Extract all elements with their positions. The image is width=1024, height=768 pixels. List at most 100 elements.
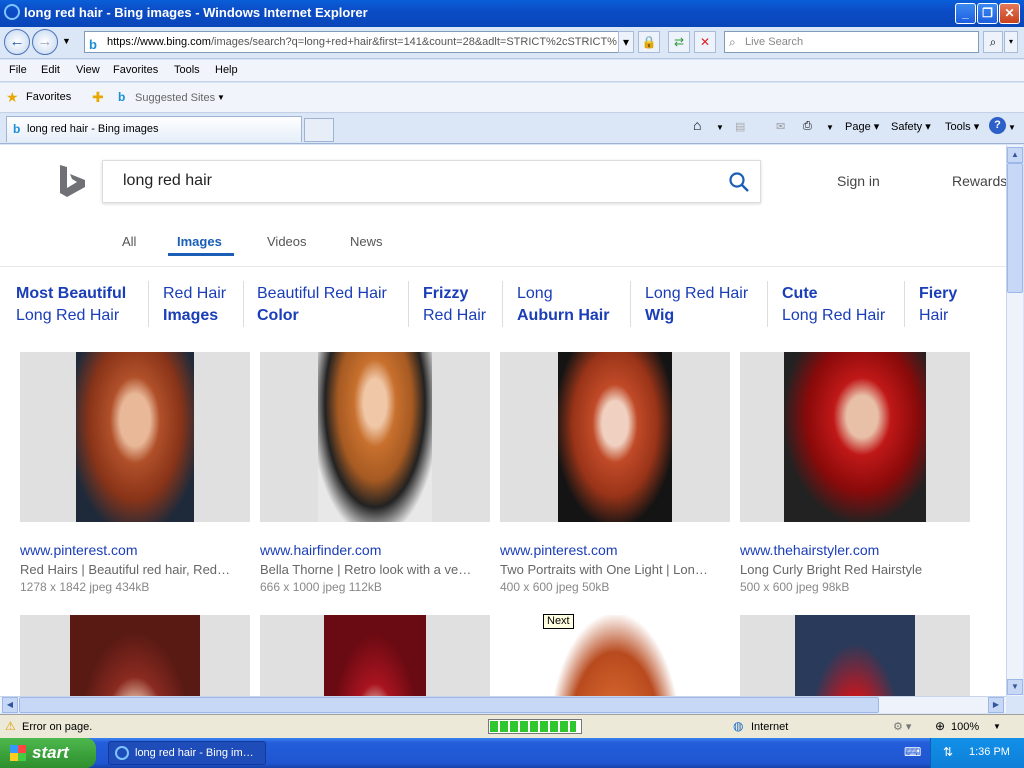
tab-bing-images[interactable]: b long red hair - Bing images [6, 116, 302, 142]
related-pill[interactable]: Long Red Hair Wig [645, 283, 748, 327]
horizontal-scrollbar[interactable]: ◀ ▶ [0, 696, 1006, 713]
image-thumbnail[interactable] [260, 352, 490, 522]
favorites-button[interactable]: Favorites [26, 91, 71, 103]
menu-help[interactable]: Help [215, 64, 238, 76]
scroll-right-button[interactable]: ▶ [988, 697, 1004, 713]
menu-edit[interactable]: Edit [41, 64, 60, 76]
refresh-button[interactable]: ⇄ [668, 31, 690, 53]
related-pill[interactable]: Long Auburn Hair [517, 283, 609, 327]
close-button[interactable]: ✕ [999, 3, 1020, 24]
clock[interactable]: 1:36 PM [969, 746, 1010, 758]
pill-line2: Images [163, 307, 219, 324]
print-icon[interactable]: ⎙ [803, 120, 812, 133]
image-thumbnail[interactable] [500, 615, 730, 696]
scope-news[interactable]: News [350, 234, 383, 249]
lock-icon[interactable]: 🔒 [638, 31, 660, 53]
image-thumbnail[interactable] [260, 615, 490, 696]
minimize-button[interactable]: _ [955, 3, 976, 24]
result-site-link[interactable]: www.hairfinder.com [260, 542, 381, 558]
bing-search-input[interactable]: long red hair [102, 160, 761, 203]
result-description: Long Curly Bright Red Hairstyle [740, 562, 923, 577]
menu-tools[interactable]: Tools [174, 64, 200, 76]
ie-logo-icon [4, 4, 20, 20]
image-thumbnail[interactable] [740, 615, 970, 696]
pill-line2: Red Hair [423, 307, 487, 324]
suggested-dropdown-icon[interactable]: ▼ [217, 93, 225, 102]
result-site-link[interactable]: www.thehairstyler.com [740, 542, 879, 558]
protected-mode-icon[interactable]: ⚙ ▾ [893, 720, 911, 733]
safety-menu-label: Safety [891, 121, 923, 133]
home-icon[interactable]: ⌂ [693, 117, 701, 133]
scope-images[interactable]: Images [177, 234, 222, 249]
related-pill[interactable]: Most Beautiful Long Red Hair [16, 283, 126, 327]
related-pill[interactable]: Beautiful Red Hair Color [257, 283, 387, 327]
start-label: start [32, 743, 69, 762]
add-favorite-icon[interactable]: ✚ [92, 89, 104, 106]
maximize-button[interactable]: ❐ [977, 3, 998, 24]
network-icon[interactable]: ⇅ [943, 745, 953, 759]
image-thumbnail[interactable] [500, 352, 730, 522]
search-go-button[interactable]: ⌕ [983, 31, 1003, 53]
forward-button[interactable]: → [32, 29, 58, 55]
vertical-scroll-thumb[interactable] [1007, 163, 1023, 293]
menu-view[interactable]: View [76, 64, 100, 76]
related-pill[interactable]: Frizzy Red Hair [423, 283, 486, 327]
related-pill[interactable]: Red Hair Images [163, 283, 226, 327]
horizontal-scroll-thumb[interactable] [19, 697, 879, 713]
result-site-link[interactable]: www.pinterest.com [500, 542, 617, 558]
help-icon[interactable]: ? [989, 117, 1006, 134]
keyboard-icon[interactable]: ⌨ [904, 745, 921, 759]
address-bar[interactable]: b https://www.bing.com/images/search?q=l… [84, 31, 634, 53]
new-tab-button[interactable] [304, 118, 334, 142]
address-path: /images/search?q=long+red+hair&first=141… [210, 36, 617, 48]
tab-bar: b long red hair - Bing images ⌂ ▼ ▤ ✉ ⎙ … [0, 114, 1024, 144]
bing-logo-icon[interactable] [58, 163, 88, 199]
home-dropdown-icon[interactable]: ▼ [716, 123, 724, 132]
live-search-input[interactable]: Live Search [724, 31, 979, 53]
menu-favorites[interactable]: Favorites [113, 64, 158, 76]
menu-file[interactable]: File [9, 64, 27, 76]
scope-divider [0, 266, 1006, 267]
rewards-link[interactable]: Rewards [952, 173, 1006, 189]
next-tooltip: Next [543, 614, 574, 629]
safety-menu[interactable]: Safety ▾ [891, 120, 931, 133]
vertical-scrollbar[interactable]: ▲ ▼ [1006, 145, 1023, 696]
zoom-dropdown-icon[interactable]: ▼ [993, 722, 1001, 731]
address-host: www.bing.com [140, 36, 211, 48]
status-error-text[interactable]: Error on page. [22, 721, 92, 733]
print-dropdown-icon[interactable]: ▼ [826, 123, 834, 132]
address-dropdown-button[interactable]: ▾ [618, 31, 634, 53]
image-thumbnail[interactable] [740, 352, 970, 522]
result-meta: 1278 x 1842 jpeg 434kB [20, 580, 150, 594]
start-button[interactable]: start [0, 738, 96, 768]
related-pill[interactable]: Cute Long Red Hair [782, 283, 885, 327]
help-dropdown-icon[interactable]: ▼ [1008, 123, 1016, 132]
search-options-button[interactable]: ▾ [1004, 31, 1018, 53]
scroll-up-button[interactable]: ▲ [1007, 147, 1023, 163]
read-mail-icon[interactable]: ✉ [776, 120, 785, 133]
magnifier-icon[interactable] [728, 171, 750, 193]
pill-line2: Wig [645, 307, 675, 324]
related-pill[interactable]: Fiery Hair [919, 283, 957, 327]
taskbar-ie-window[interactable]: long red hair - Bing im… [108, 741, 266, 765]
zoom-level[interactable]: 100% [951, 721, 979, 733]
scope-videos[interactable]: Videos [267, 234, 307, 249]
warning-icon[interactable]: ⚠ [5, 719, 16, 733]
scroll-down-button[interactable]: ▼ [1007, 679, 1023, 695]
tools-menu[interactable]: Tools ▾ [945, 120, 979, 133]
back-button[interactable]: ← [4, 29, 30, 55]
result-site-link[interactable]: www.pinterest.com [20, 542, 137, 558]
suggested-sites-link[interactable]: Suggested Sites [135, 92, 215, 104]
security-zone[interactable]: Internet [751, 721, 788, 733]
stop-button[interactable]: ✕ [694, 31, 716, 53]
history-dropdown-icon[interactable]: ▼ [62, 36, 71, 46]
image-thumbnail[interactable] [20, 615, 250, 696]
portrait-image [70, 615, 200, 696]
page-menu[interactable]: Page ▾ [845, 120, 879, 133]
feeds-icon[interactable]: ▤ [735, 120, 745, 133]
scroll-left-button[interactable]: ◀ [2, 697, 18, 713]
pill-divider [904, 281, 905, 327]
sign-in-link[interactable]: Sign in [837, 173, 880, 189]
image-thumbnail[interactable] [20, 352, 250, 522]
scope-all[interactable]: All [122, 234, 136, 249]
